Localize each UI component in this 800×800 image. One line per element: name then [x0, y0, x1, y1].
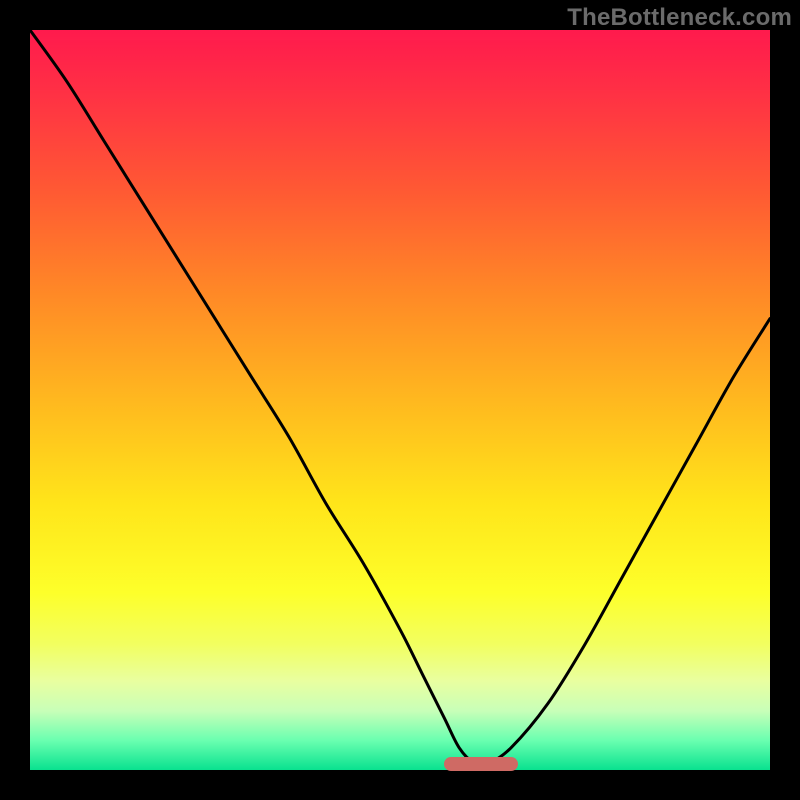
chart-frame: TheBottleneck.com	[0, 0, 800, 800]
bottleneck-curve	[30, 30, 770, 770]
optimal-range-marker	[444, 757, 518, 771]
plot-area	[30, 30, 770, 770]
watermark-text: TheBottleneck.com	[567, 4, 792, 32]
